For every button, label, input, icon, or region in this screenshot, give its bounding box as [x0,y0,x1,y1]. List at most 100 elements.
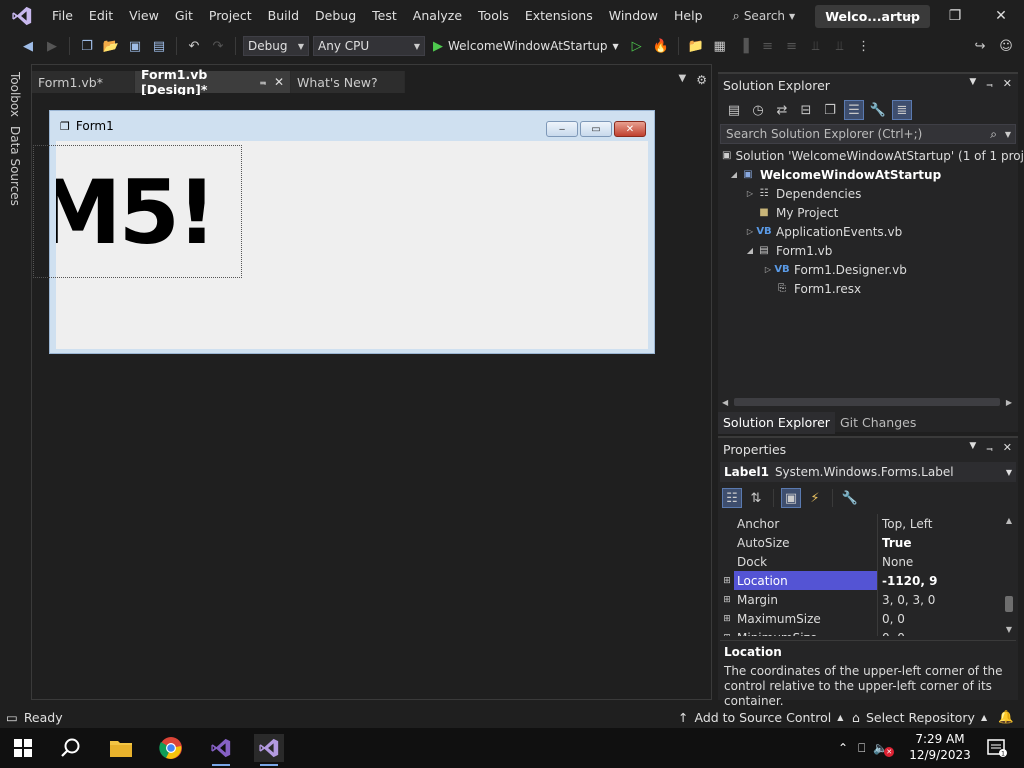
visual-studio-preview-taskbar-icon[interactable] [254,734,284,766]
properties-view-icon[interactable]: ▣ [781,488,801,508]
property-value[interactable]: 0, 0 [878,628,1002,637]
align-tops-icon[interactable]: ⫫ [806,36,826,56]
tab-solution-explorer[interactable]: Solution Explorer [718,412,835,434]
menu-window[interactable]: Window [601,0,666,32]
form-maximize-button[interactable]: ▭ [580,121,612,137]
tree-item-form1[interactable]: ◢ ▤ Form1.vb [718,241,1018,260]
menu-edit[interactable]: Edit [81,0,121,32]
view-class-diagram-icon[interactable]: ☰ [844,100,864,120]
live-share-icon[interactable]: ↪ [970,36,990,56]
scroll-up-icon[interactable]: ▲ [1004,516,1014,525]
visual-studio-taskbar-icon[interactable] [206,734,236,766]
data-sources-tab[interactable]: Data Sources [8,126,22,206]
horizontal-scrollbar[interactable]: ◀ ▶ [722,396,1012,408]
tab-whats-new[interactable]: What's New? [291,71,405,93]
align-rights-icon[interactable]: ≡ [782,36,802,56]
menu-project[interactable]: Project [201,0,260,32]
windows-start-icon[interactable] [8,734,38,762]
property-row[interactable]: Dock None [720,552,1002,571]
account-icon[interactable]: ☺ [996,36,1016,56]
taskbar-search-icon[interactable] [56,734,86,762]
navigate-back-icon[interactable]: ◀ [18,36,38,56]
form-minimize-button[interactable]: ‒ [546,121,578,137]
expanded-arrow-icon[interactable]: ◢ [728,170,740,179]
restore-button[interactable]: ❐ [932,0,978,32]
expanded-arrow-icon[interactable]: ◢ [744,246,756,255]
volume-muted-icon[interactable]: 🔈 ✕ [873,741,895,757]
property-row[interactable]: ⊞ MaximumSize 0, 0 [720,609,1002,628]
action-center-icon[interactable]: 1 [982,734,1012,762]
switch-views-icon[interactable]: ▤ [724,100,744,120]
property-row[interactable]: Anchor Top, Left [720,514,1002,533]
chevron-down-icon[interactable]: ▼ [1005,130,1011,139]
panel-menu-icon[interactable]: ▼ [969,441,976,455]
overflow-menu-icon[interactable]: ⋮ [854,36,874,56]
search-menu[interactable]: ⌕ Search ▼ [727,0,802,32]
tree-item-solution[interactable]: ▣ Solution 'WelcomeWindowAtStartup' (1 o… [718,146,1024,165]
save-icon[interactable]: ▣ [125,36,145,56]
new-project-icon[interactable]: ❐ [77,36,97,56]
categorized-icon[interactable]: ☷ [722,488,742,508]
property-pages-wrench-icon[interactable]: 🔧 [840,488,860,508]
platform-dropdown[interactable]: Any CPU ▼ [313,36,425,56]
gear-icon[interactable]: ⚙ [696,73,707,87]
form-close-button[interactable]: ✕ [614,121,646,137]
network-icon[interactable]: ⎕ [858,741,865,756]
open-folder-icon[interactable]: 📂 [101,36,121,56]
chrome-icon[interactable] [156,734,186,762]
properties-wrench-icon[interactable]: 🔧 [868,100,888,120]
tab-list-icon[interactable]: ▼ [679,73,687,87]
form-designer-surface[interactable]: ❐ Form1 ‒ ▭ ✕ M5! [32,95,711,699]
close-window-button[interactable]: ✕ [978,0,1024,32]
scrollbar-thumb[interactable] [1005,596,1013,612]
chevron-up-icon[interactable]: ⌃ [838,741,848,755]
close-icon[interactable]: ✕ [1003,77,1012,91]
minimize-button[interactable]: — [886,0,932,32]
menu-build[interactable]: Build [260,0,307,32]
visual-studio-logo-icon[interactable] [0,0,44,32]
pin-icon[interactable]: ⫬ [986,77,992,91]
align-centers-icon[interactable]: ≡ [758,36,778,56]
expand-plus-icon[interactable]: ⊞ [720,628,734,637]
configuration-dropdown[interactable]: Debug ▼ [243,36,309,56]
vertical-scrollbar[interactable]: ▲ ▼ [1004,516,1014,634]
taskbar-clock[interactable]: 7:29 AM 12/9/2023 [908,731,972,763]
menu-debug[interactable]: Debug [307,0,364,32]
expand-plus-icon[interactable]: ⊞ [720,590,734,609]
tree-item-application-events[interactable]: ▷ VB ApplicationEvents.vb [718,222,1018,241]
property-row-selected[interactable]: ⊞ Location -1120, 9 [720,571,1002,590]
preview-selected-icon[interactable]: ≣ [892,100,912,120]
property-value[interactable]: Top, Left [878,514,1002,533]
label-selection-outline[interactable] [33,145,242,278]
property-value[interactable]: True [878,533,1002,552]
tab-git-changes[interactable]: Git Changes [835,412,921,434]
tree-item-form1-resx[interactable]: ⎘ Form1.resx [718,279,1018,298]
scroll-left-icon[interactable]: ◀ [722,398,728,407]
add-to-source-control-button[interactable]: ↑ Add to Source Control ▲ [678,710,843,725]
solution-explorer-search-input[interactable]: Search Solution Explorer (Ctrl+;) ⌕ ▼ [720,124,1016,144]
tree-item-dependencies[interactable]: ▷ ☷ Dependencies [718,184,1018,203]
pending-changes-filter-icon[interactable]: ◷ [748,100,768,120]
menu-git[interactable]: Git [167,0,201,32]
property-value-input[interactable]: -1120, 9 [878,571,1002,590]
collapsed-arrow-icon[interactable]: ▷ [744,227,756,236]
notifications-button[interactable]: 🔔 [998,709,1014,725]
hot-reload-icon[interactable]: 🔥 [651,36,671,56]
property-row[interactable]: AutoSize True [720,533,1002,552]
start-debugging-button[interactable]: ▶ WelcomeWindowAtStartup ▼ [429,39,623,54]
property-value[interactable]: None [878,552,1002,571]
sync-icon[interactable]: ⇄ [772,100,792,120]
object-selector-dropdown[interactable]: Label1 System.Windows.Forms.Label ▼ [720,462,1016,482]
menu-test[interactable]: Test [364,0,405,32]
property-row[interactable]: ⊞ Margin 3, 0, 3, 0 [720,590,1002,609]
property-value[interactable]: 0, 0 [878,609,1002,628]
pin-icon[interactable]: ⫬ [986,441,992,455]
property-row[interactable]: ⊞ MinimumSize 0, 0 [720,628,1002,636]
expand-plus-icon[interactable]: ⊞ [720,609,734,628]
menu-analyze[interactable]: Analyze [405,0,470,32]
menu-help[interactable]: Help [666,0,711,32]
save-all-icon[interactable]: ▤ [149,36,169,56]
collapsed-arrow-icon[interactable]: ▷ [744,189,756,198]
close-icon[interactable]: ✕ [274,75,284,89]
scrollbar-thumb[interactable] [734,398,1000,406]
